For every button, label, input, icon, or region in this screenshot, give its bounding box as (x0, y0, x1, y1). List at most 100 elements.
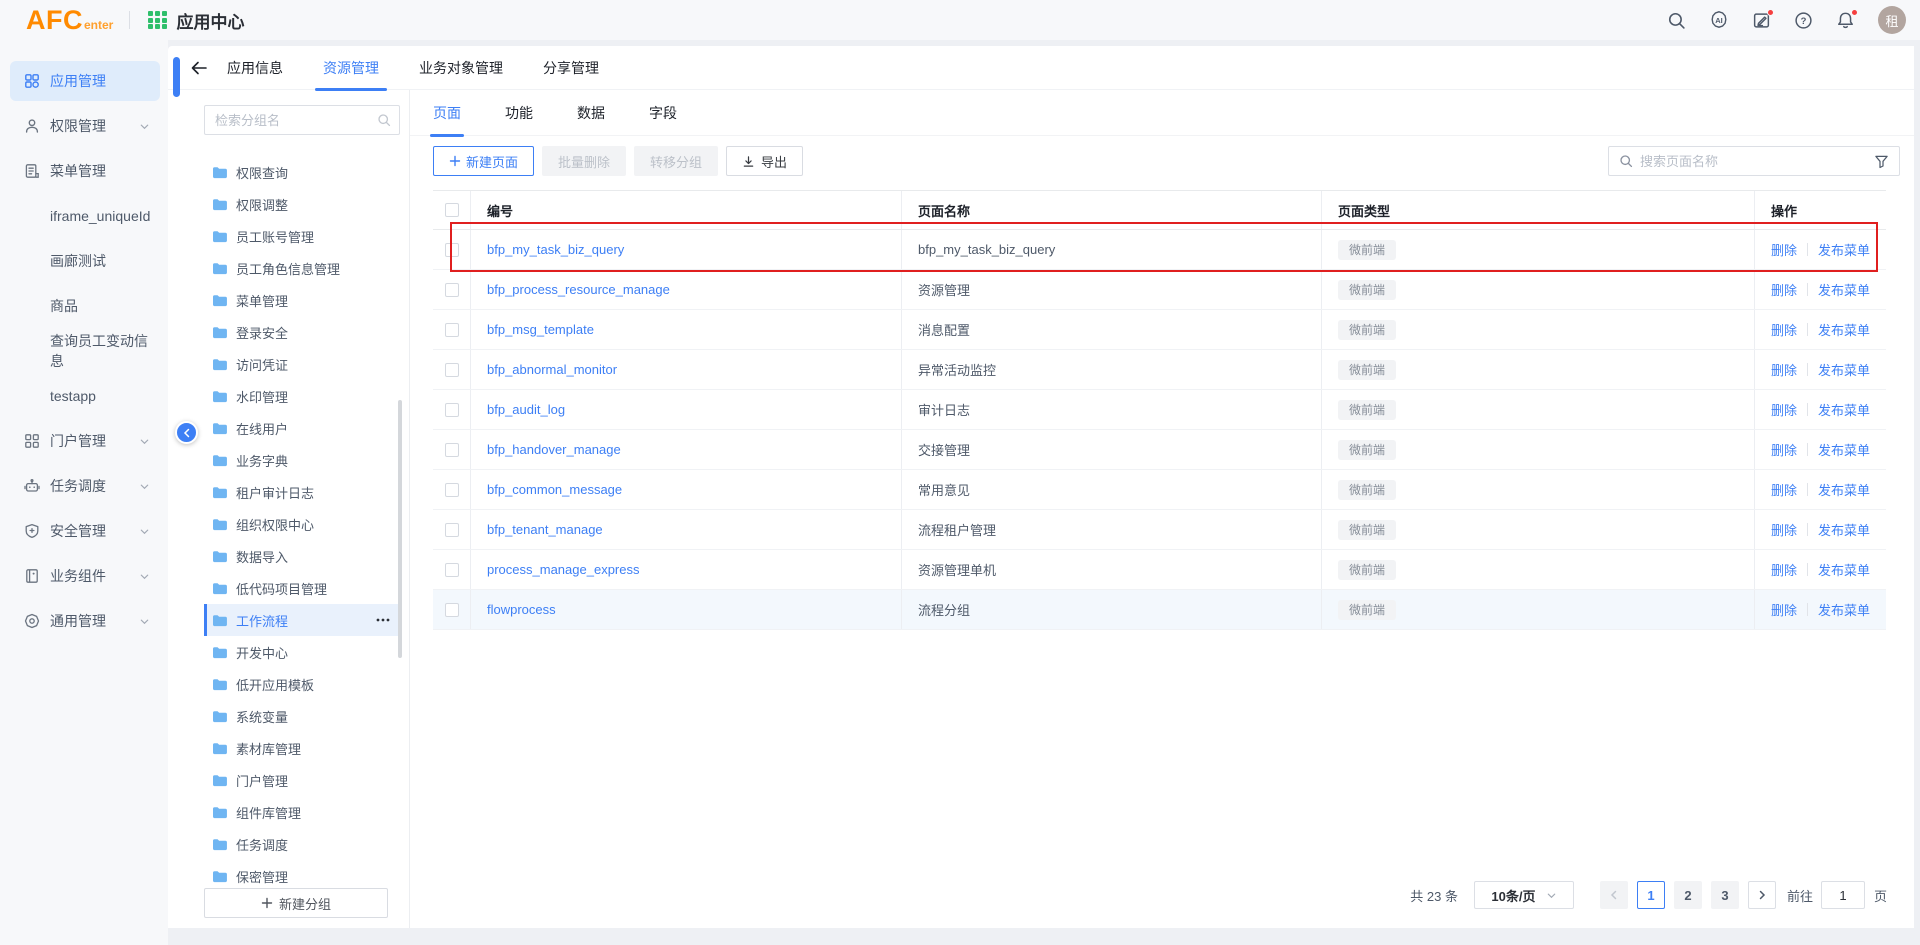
group-item[interactable]: 数据导入 (204, 540, 400, 572)
group-item[interactable]: 权限调整 (204, 188, 400, 220)
sidebar-item[interactable]: 商品 (10, 286, 160, 326)
delete-link[interactable]: 删除 (1771, 520, 1797, 539)
sidebar-item[interactable]: 安全管理 (10, 511, 160, 551)
sub-tab[interactable]: 页面 (433, 90, 461, 136)
new-group-button[interactable]: 新建分组 (204, 888, 388, 918)
group-item[interactable]: 低开应用模板 (204, 668, 400, 700)
group-item[interactable]: 权限查询 (204, 156, 400, 188)
sidebar-item[interactable]: 应用管理 (10, 61, 160, 101)
group-item[interactable]: 素材库管理 (204, 732, 400, 764)
publish-menu-link[interactable]: 发布菜单 (1818, 400, 1870, 419)
page-id-link[interactable]: flowprocess (487, 602, 556, 617)
goto-page-input[interactable] (1821, 881, 1865, 909)
page-size-select[interactable]: 10条/页 (1474, 881, 1574, 909)
group-search-input[interactable] (215, 113, 377, 128)
group-item[interactable]: 菜单管理 (204, 284, 400, 316)
sidebar-item[interactable]: 通用管理 (10, 601, 160, 641)
sidebar-item[interactable]: 查询员工变动信息 (10, 331, 160, 371)
page-id-link[interactable]: bfp_my_task_biz_query (487, 242, 624, 257)
group-item[interactable]: 登录安全 (204, 316, 400, 348)
group-item[interactable]: 在线用户 (204, 412, 400, 444)
back-button[interactable] (190, 60, 208, 76)
page-number-button[interactable]: 1 (1637, 881, 1665, 909)
group-item[interactable]: 任务调度 (204, 828, 400, 860)
row-checkbox[interactable] (445, 403, 459, 417)
row-checkbox[interactable] (445, 523, 459, 537)
sub-tab[interactable]: 功能 (505, 90, 533, 136)
row-checkbox[interactable] (445, 603, 459, 617)
sidebar-item[interactable]: 画廊测试 (10, 241, 160, 281)
page-id-link[interactable]: bfp_handover_manage (487, 442, 621, 457)
row-checkbox[interactable] (445, 243, 459, 257)
group-item[interactable]: 访问凭证 (204, 348, 400, 380)
publish-menu-link[interactable]: 发布菜单 (1818, 240, 1870, 259)
batch-delete-button[interactable]: 批量删除 (542, 146, 626, 176)
delete-link[interactable]: 删除 (1771, 560, 1797, 579)
notes-icon[interactable] (1752, 11, 1771, 30)
page-number-button[interactable]: 3 (1711, 881, 1739, 909)
page-id-link[interactable]: bfp_tenant_manage (487, 522, 603, 537)
sidebar-item[interactable]: 权限管理 (10, 106, 160, 146)
delete-link[interactable]: 删除 (1771, 320, 1797, 339)
publish-menu-link[interactable]: 发布菜单 (1818, 440, 1870, 459)
page-id-link[interactable]: bfp_common_message (487, 482, 622, 497)
group-item[interactable]: 水印管理 (204, 380, 400, 412)
ai-icon[interactable]: AI (1709, 10, 1729, 30)
publish-menu-link[interactable]: 发布菜单 (1818, 520, 1870, 539)
tab[interactable]: 分享管理 (543, 46, 599, 90)
page-id-link[interactable]: bfp_abnormal_monitor (487, 362, 617, 377)
filter-icon[interactable] (1874, 154, 1889, 169)
export-button[interactable]: 导出 (726, 146, 803, 176)
row-checkbox[interactable] (445, 363, 459, 377)
prev-page-button[interactable] (1600, 881, 1628, 909)
group-item[interactable]: 工作流程 (204, 604, 400, 636)
publish-menu-link[interactable]: 发布菜单 (1818, 360, 1870, 379)
delete-link[interactable]: 删除 (1771, 440, 1797, 459)
user-avatar[interactable]: 租 (1878, 6, 1906, 34)
group-item[interactable]: 员工账号管理 (204, 220, 400, 252)
page-id-link[interactable]: bfp_process_resource_manage (487, 282, 670, 297)
delete-link[interactable]: 删除 (1771, 480, 1797, 499)
group-item[interactable]: 租户审计日志 (204, 476, 400, 508)
tab[interactable]: 应用信息 (227, 46, 283, 90)
bell-icon[interactable] (1836, 11, 1855, 30)
delete-link[interactable]: 删除 (1771, 240, 1797, 259)
row-checkbox[interactable] (445, 283, 459, 297)
page-search-input[interactable] (1640, 154, 1867, 169)
tab[interactable]: 资源管理 (323, 46, 379, 90)
group-item[interactable]: 门户管理 (204, 764, 400, 796)
sub-tab[interactable]: 数据 (577, 90, 605, 136)
page-id-link[interactable]: bfp_audit_log (487, 402, 565, 417)
delete-link[interactable]: 删除 (1771, 600, 1797, 619)
page-id-link[interactable]: process_manage_express (487, 562, 639, 577)
sidebar-item[interactable]: 菜单管理 (10, 151, 160, 191)
select-all-checkbox[interactable] (445, 203, 459, 217)
publish-menu-link[interactable]: 发布菜单 (1818, 320, 1870, 339)
group-list-scrollbar[interactable] (398, 400, 402, 658)
page-number-button[interactable]: 2 (1674, 881, 1702, 909)
group-item[interactable]: 组件库管理 (204, 796, 400, 828)
row-checkbox[interactable] (445, 443, 459, 457)
sub-tab[interactable]: 字段 (649, 90, 677, 136)
sidebar-item[interactable]: 任务调度 (10, 466, 160, 506)
search-icon[interactable] (1667, 11, 1686, 30)
group-item[interactable]: 员工角色信息管理 (204, 252, 400, 284)
publish-menu-link[interactable]: 发布菜单 (1818, 560, 1870, 579)
delete-link[interactable]: 删除 (1771, 400, 1797, 419)
group-item[interactable]: 组织权限中心 (204, 508, 400, 540)
publish-menu-link[interactable]: 发布菜单 (1818, 280, 1870, 299)
group-item[interactable]: 系统变量 (204, 700, 400, 732)
tab[interactable]: 业务对象管理 (419, 46, 503, 90)
publish-menu-link[interactable]: 发布菜单 (1818, 600, 1870, 619)
new-page-button[interactable]: 新建页面 (433, 146, 534, 176)
group-item[interactable]: 业务字典 (204, 444, 400, 476)
row-checkbox[interactable] (445, 563, 459, 577)
next-page-button[interactable] (1748, 881, 1776, 909)
more-icon[interactable] (376, 618, 390, 622)
group-item[interactable]: 开发中心 (204, 636, 400, 668)
page-id-link[interactable]: bfp_msg_template (487, 322, 594, 337)
sidebar-item[interactable]: testapp (10, 376, 160, 416)
transfer-group-button[interactable]: 转移分组 (634, 146, 718, 176)
publish-menu-link[interactable]: 发布菜单 (1818, 480, 1870, 499)
sidebar-item[interactable]: 门户管理 (10, 421, 160, 461)
